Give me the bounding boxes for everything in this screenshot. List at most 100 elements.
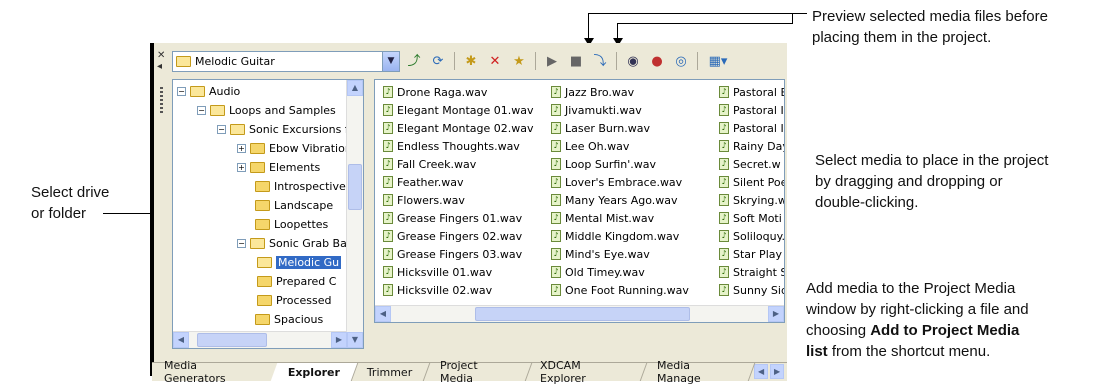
file-item[interactable]: ♪ Endless Thoughts.wav	[383, 137, 520, 155]
file-item[interactable]: ♪ Elegant Montage 01.wav	[383, 101, 534, 119]
audio-file-icon: ♪	[551, 86, 561, 98]
file-item[interactable]: ♪ Fall Creek.wav	[383, 155, 476, 173]
collapse-icon[interactable]: −	[217, 125, 226, 134]
tree-node[interactable]: − Audio	[177, 82, 240, 101]
scroll-left-icon[interactable]: ◀	[375, 306, 391, 322]
file-item[interactable]: ♪ Flowers.wav	[383, 191, 465, 209]
file-item[interactable]: ♪ Jivamukti.wav	[551, 101, 642, 119]
file-item[interactable]: ♪ Loop Surfin'.wav	[551, 155, 656, 173]
file-item[interactable]: ♪ Hicksville 01.wav	[383, 263, 492, 281]
scroll-left-icon[interactable]: ◀	[173, 332, 189, 348]
dock-grip-handle[interactable]	[160, 87, 163, 115]
file-item[interactable]: ♪ Rainy Day	[719, 137, 784, 155]
tab-media-manage[interactable]: Media Manage	[639, 359, 755, 385]
tree-node[interactable]: Prepared C	[257, 272, 336, 291]
new-folder-icon[interactable]: ✱	[461, 51, 481, 71]
properties-icon[interactable]: ◎	[671, 51, 691, 71]
get-media-icon[interactable]: ◉	[623, 51, 643, 71]
file-item[interactable]: ♪ Lover's Embrace.wav	[551, 173, 682, 191]
tab-xdcam-explorer[interactable]: XDCAM Explorer	[523, 359, 648, 385]
scroll-up-icon[interactable]: ▲	[347, 80, 363, 96]
stop-icon[interactable]: ■	[566, 51, 586, 71]
tree-node[interactable]: Loopettes	[255, 215, 328, 234]
file-item[interactable]: ♪ Grease Fingers 02.wav	[383, 227, 522, 245]
file-name: Loop Surfin'.wav	[565, 157, 657, 171]
audio-file-icon: ♪	[719, 212, 729, 224]
tree-vertical-scrollbar[interactable]: ▲ ▼	[346, 80, 363, 348]
file-name: Jazz Bro.wav	[565, 85, 635, 99]
chevron-down-icon[interactable]: ▼	[382, 51, 399, 71]
tree-horizontal-scrollbar[interactable]: ◀ ▶	[173, 331, 347, 348]
up-one-level-icon[interactable]: ⤴	[404, 51, 424, 71]
file-list[interactable]: ♪ Drone Raga.wav ♪ Elegant Montage 01.wav ♪ E…	[374, 79, 785, 323]
file-item[interactable]: ♪ Many Years Ago.wav	[551, 191, 678, 209]
file-item[interactable]: ♪ Pastoral E	[719, 83, 784, 101]
refresh-icon[interactable]: ⟳	[428, 51, 448, 71]
scroll-thumb[interactable]	[475, 307, 690, 321]
tree-node[interactable]: Introspective	[255, 177, 346, 196]
folder-tree[interactable]: − Audio − Loops and Samples − Sonic Excursion…	[172, 79, 364, 349]
file-item[interactable]: ♪ Laser Burn.wav	[551, 119, 650, 137]
media-icon[interactable]: ●	[647, 51, 667, 71]
file-item[interactable]: ♪ Middle Kingdom.wav	[551, 227, 679, 245]
file-item[interactable]: ♪ Pastoral I	[719, 119, 784, 137]
scroll-thumb[interactable]	[197, 333, 267, 347]
file-item[interactable]: ♪ Skrying.w	[719, 191, 784, 209]
file-item[interactable]: ♪ Sunny Sid	[719, 281, 784, 299]
collapse-icon[interactable]: −	[237, 239, 246, 248]
file-item[interactable]: ♪ Pastoral I	[719, 101, 784, 119]
tree-node[interactable]: Spacious	[255, 310, 323, 329]
scroll-right-icon[interactable]: ▶	[768, 306, 784, 322]
tab-label: XDCAM Explorer	[540, 359, 587, 385]
file-item[interactable]: ♪ Jazz Bro.wav	[551, 83, 634, 101]
tree-node[interactable]: The Desert Dw	[255, 348, 356, 349]
tree-node[interactable]: Landscape	[255, 196, 333, 215]
tree-node[interactable]: − Loops and Samples	[197, 101, 336, 120]
file-item[interactable]: ♪ Secret.w	[719, 155, 781, 173]
file-item[interactable]: ♪ Straight S	[719, 263, 784, 281]
tree-node[interactable]: Processed	[257, 291, 331, 310]
scroll-right-icon[interactable]: ▶	[770, 364, 785, 379]
views-icon[interactable]: ▦▾	[704, 51, 732, 71]
scroll-left-icon[interactable]: ◀	[754, 364, 769, 379]
collapse-icon[interactable]: −	[197, 106, 206, 115]
file-item[interactable]: ♪ Grease Fingers 01.wav	[383, 209, 522, 227]
file-item[interactable]: ♪ Hicksville 02.wav	[383, 281, 492, 299]
tree-node[interactable]: + Ebow Vibration	[237, 139, 352, 158]
tree-node[interactable]: − Sonic Excursions fo	[217, 120, 355, 139]
scroll-right-icon[interactable]: ▶	[331, 332, 347, 348]
file-item[interactable]: ♪ Soliloquy.	[719, 227, 784, 245]
file-item[interactable]: ♪ Mental Mist.wav	[551, 209, 654, 227]
file-item[interactable]: ♪ Soft Moti	[719, 209, 782, 227]
file-item[interactable]: ♪ Mind's Eye.wav	[551, 245, 650, 263]
file-item[interactable]: ♪ Lee Oh.wav	[551, 137, 629, 155]
file-item[interactable]: ♪ Grease Fingers 03.wav	[383, 245, 522, 263]
tree-node[interactable]: Melodic Gu	[257, 253, 342, 272]
file-item[interactable]: ♪ Silent Poe	[719, 173, 784, 191]
tab-media-generators[interactable]: Media Generators	[146, 359, 280, 385]
scroll-down-icon[interactable]: ▼	[347, 332, 363, 348]
file-item[interactable]: ♪ Star Play	[719, 245, 782, 263]
tab-project-media[interactable]: Project Media	[422, 359, 532, 385]
auto-preview-icon[interactable]: ⤵	[590, 51, 610, 71]
files-horizontal-scrollbar[interactable]: ◀ ▶	[375, 305, 784, 322]
tab-trimmer[interactable]: Trimmer	[350, 363, 432, 381]
path-dropdown[interactable]: Melodic Guitar ▼	[172, 50, 400, 72]
file-item[interactable]: ♪ Elegant Montage 02.wav	[383, 119, 534, 137]
tab-explorer[interactable]: Explorer	[270, 363, 359, 381]
expand-icon[interactable]: +	[237, 163, 246, 172]
file-item[interactable]: ♪ Drone Raga.wav	[383, 83, 487, 101]
file-item[interactable]: ♪ Old Timey.wav	[551, 263, 645, 281]
expand-icon[interactable]: +	[237, 144, 246, 153]
file-item[interactable]: ♪ One Foot Running.wav	[551, 281, 689, 299]
scroll-thumb[interactable]	[348, 164, 362, 210]
tree-node[interactable]: + Elements	[237, 158, 320, 177]
play-icon[interactable]: ▶	[542, 51, 562, 71]
favorites-icon[interactable]: ★	[509, 51, 529, 71]
tree-node[interactable]: − Sonic Grab Bag	[237, 234, 354, 253]
delete-icon[interactable]: ✕	[485, 51, 505, 71]
file-item[interactable]: ♪ Feather.wav	[383, 173, 464, 191]
close-icon[interactable]: ✕ ◂	[157, 50, 165, 72]
collapse-icon[interactable]: −	[177, 87, 186, 96]
tree-node-label: Sonic Excursions fo	[249, 123, 356, 136]
